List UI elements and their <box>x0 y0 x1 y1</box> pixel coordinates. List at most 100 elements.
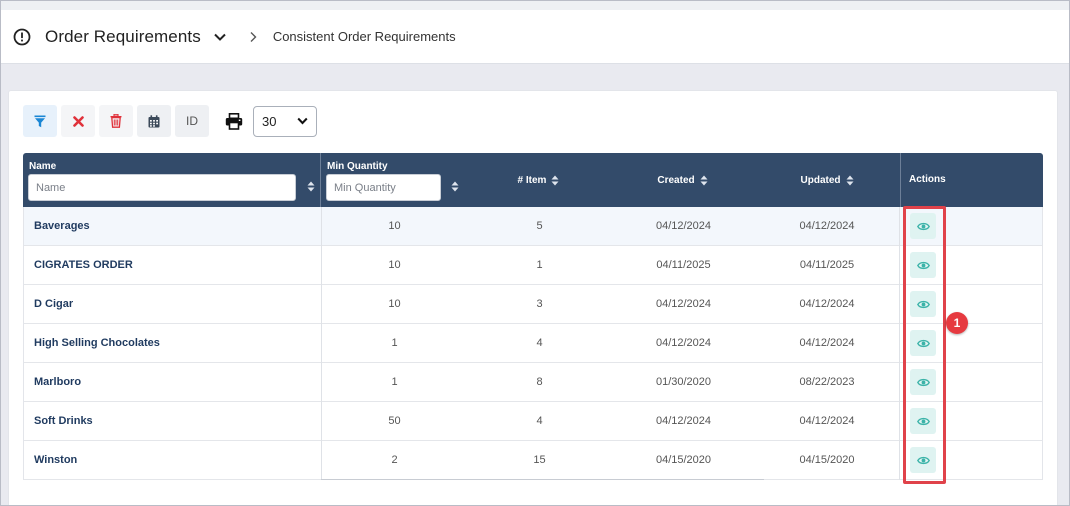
column-header-items[interactable]: # Item <box>466 153 611 207</box>
page-size-value: 30 <box>262 113 277 129</box>
table-header: Name Name Min Quantity Min Quantity # It… <box>23 153 1043 207</box>
view-button[interactable] <box>910 330 936 356</box>
row-actions <box>900 285 1042 324</box>
chevron-right-icon <box>250 31 257 42</box>
row-updated-date: 08/22/2023 <box>755 362 900 402</box>
column-header-created[interactable]: Created <box>611 153 754 207</box>
info-circle-icon <box>13 28 31 45</box>
filter-button[interactable] <box>23 105 57 137</box>
funnel-icon <box>34 115 46 127</box>
chevron-down-icon <box>297 117 308 125</box>
content-panel: ID 30 Name Name Min Quantity Min Quantit… <box>8 90 1058 506</box>
row-created-date: 04/12/2024 <box>655 415 712 427</box>
table-row: D Cigar 10 3 04/12/2024 04/12/2024 <box>24 284 1042 324</box>
data-grid: Name Name Min Quantity Min Quantity # It… <box>23 153 1043 480</box>
name-filter-input[interactable]: Name <box>28 174 296 201</box>
row-actions <box>900 324 1042 363</box>
row-name-link[interactable]: Winston <box>24 440 322 480</box>
table-row: High Selling Chocolates 1 4 04/12/2024 04/12… <box>24 323 1042 363</box>
column-label-min-quantity: Min Quantity <box>327 161 388 172</box>
view-button[interactable] <box>910 369 936 395</box>
eye-icon <box>916 222 930 230</box>
view-button[interactable] <box>910 252 936 278</box>
page-title: Order Requirements <box>45 26 201 46</box>
x-icon <box>72 115 84 127</box>
view-button[interactable] <box>910 213 936 239</box>
table-body: Baverages 10 5 04/12/2024 04/12/2024 CIGRATES… <box>23 206 1043 480</box>
row-name-link[interactable]: CIGRATES ORDER <box>24 245 322 285</box>
eye-icon <box>916 261 930 269</box>
row-item-count: 4 <box>536 337 543 349</box>
table-row: Marlboro 1 8 01/30/2020 08/22/2023 <box>24 362 1042 402</box>
row-created-date: 04/15/2020 <box>655 454 712 466</box>
row-updated-date: 04/15/2020 <box>755 440 900 480</box>
row-min-quantity: 1 <box>391 337 398 349</box>
sort-icon[interactable] <box>700 175 708 186</box>
row-name-link[interactable]: High Selling Chocolates <box>24 323 322 363</box>
row-updated-date: 04/12/2024 <box>755 206 900 246</box>
column-header-min-quantity: Min Quantity Min Quantity <box>321 153 466 207</box>
row-actions <box>900 441 1042 480</box>
page-header: Order Requirements Consistent Order Requ… <box>1 10 1069 64</box>
column-label-actions: Actions <box>909 174 946 185</box>
row-created-date: 01/30/2020 <box>655 376 712 388</box>
row-min-quantity: 10 <box>388 298 401 310</box>
id-toggle-button[interactable]: ID <box>175 105 209 137</box>
row-created-date: 04/11/2025 <box>656 259 711 271</box>
row-min-quantity: 50 <box>388 415 401 427</box>
toolbar: ID 30 <box>23 105 317 137</box>
sort-icon[interactable] <box>307 181 315 192</box>
column-label-name: Name <box>29 161 57 172</box>
row-actions <box>900 246 1042 285</box>
row-created-date: 04/12/2024 <box>655 298 712 310</box>
sort-icon[interactable] <box>551 175 559 186</box>
sort-icon[interactable] <box>846 175 854 186</box>
row-updated-date: 04/12/2024 <box>755 401 900 441</box>
row-updated-date: 04/11/2025 <box>755 245 900 285</box>
row-item-count: 4 <box>536 415 543 427</box>
page-size-select[interactable]: 30 <box>253 105 317 137</box>
row-item-count: 3 <box>536 298 543 310</box>
view-button[interactable] <box>910 291 936 317</box>
chevron-down-icon[interactable] <box>213 30 227 44</box>
row-created-date: 04/12/2024 <box>655 337 712 349</box>
eye-icon <box>916 456 930 464</box>
column-header-name: Name Name <box>23 153 321 207</box>
eye-icon <box>916 339 930 347</box>
row-name-link[interactable]: D Cigar <box>24 284 322 324</box>
table-row: Baverages 10 5 04/12/2024 04/12/2024 <box>24 206 1042 246</box>
view-button[interactable] <box>910 447 936 473</box>
row-min-quantity: 10 <box>388 259 401 271</box>
date-filter-button[interactable] <box>137 105 171 137</box>
row-name-link[interactable]: Soft Drinks <box>24 401 322 441</box>
row-name-link[interactable]: Baverages <box>24 206 322 246</box>
row-min-quantity: 2 <box>391 454 398 466</box>
row-item-count: 5 <box>536 220 543 232</box>
row-name-link[interactable]: Marlboro <box>24 362 322 402</box>
row-updated-date: 04/12/2024 <box>755 284 900 324</box>
table-row: Soft Drinks 50 4 04/12/2024 04/12/2024 <box>24 401 1042 441</box>
eye-icon <box>916 378 930 386</box>
trash-icon <box>110 114 122 128</box>
row-actions <box>900 207 1042 246</box>
row-item-count: 8 <box>536 376 543 388</box>
print-button[interactable] <box>221 108 247 134</box>
row-min-quantity: 1 <box>391 376 398 388</box>
delete-button[interactable] <box>99 105 133 137</box>
view-button[interactable] <box>910 408 936 434</box>
row-actions <box>900 363 1042 402</box>
row-min-quantity: 10 <box>388 220 401 232</box>
table-row: Winston 2 15 04/15/2020 04/15/2020 <box>24 440 1042 480</box>
sort-icon[interactable] <box>451 181 459 192</box>
column-label-created: Created <box>657 174 695 186</box>
column-header-updated[interactable]: Updated <box>754 153 901 207</box>
row-actions <box>900 402 1042 441</box>
min-quantity-filter-input[interactable]: Min Quantity <box>326 174 441 201</box>
clear-filter-button[interactable] <box>61 105 95 137</box>
column-header-actions: Actions <box>901 153 1043 207</box>
breadcrumb-current: Consistent Order Requirements <box>272 29 456 44</box>
top-strip <box>1 1 1069 10</box>
row-item-count: 15 <box>533 454 546 466</box>
table-row: CIGRATES ORDER 10 1 04/11/2025 04/11/2025 <box>24 245 1042 285</box>
callout-badge: 1 <box>946 312 968 334</box>
